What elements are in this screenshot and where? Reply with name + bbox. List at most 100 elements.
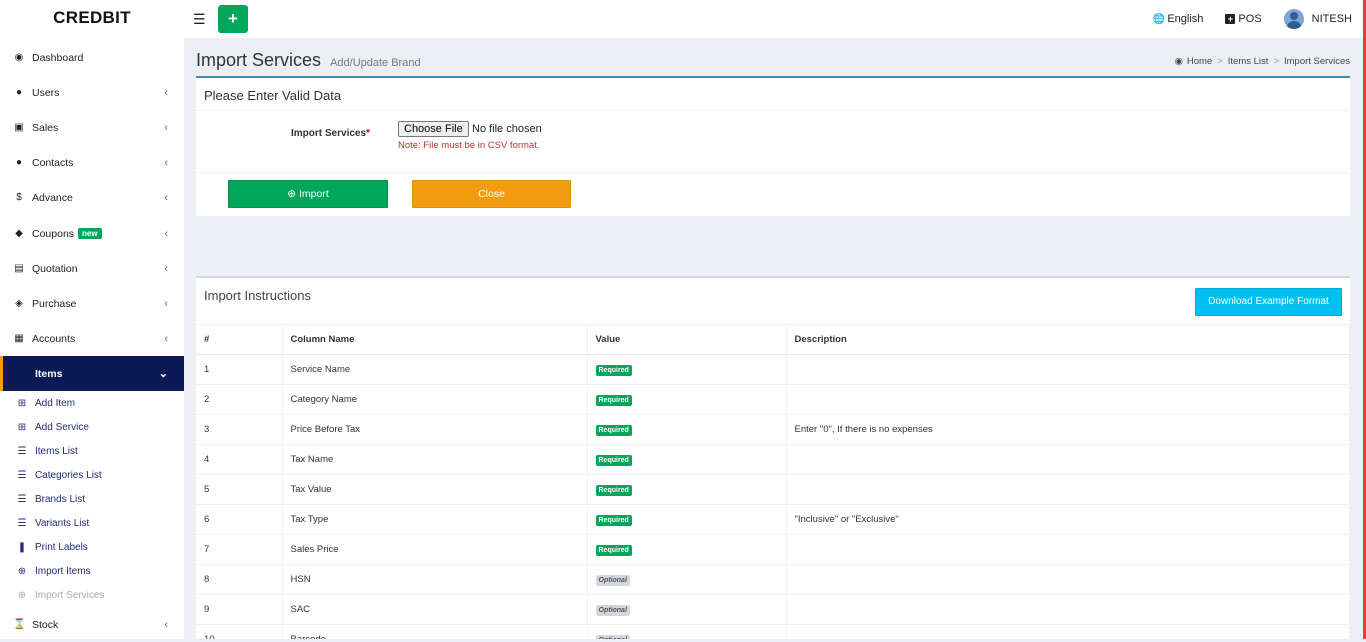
sidebar-subitem-label: Import Items: [35, 565, 91, 577]
value-cell: Required: [587, 354, 787, 385]
list-icon: ☰: [17, 517, 27, 529]
sidebar-item-label: Advance: [32, 191, 73, 204]
th-large-icon: ▦: [14, 333, 24, 344]
required-badge: Required: [595, 425, 632, 436]
sidebar-item-accounts[interactable]: ▦ Accounts ‹: [0, 321, 184, 356]
breadcrumb-home[interactable]: Home: [1187, 56, 1212, 67]
brand-logo[interactable]: CREDBIT: [0, 0, 184, 38]
dollar-icon: $: [16, 192, 22, 203]
sidebar-subitem-label: Print Labels: [35, 541, 88, 553]
sidebar-subitem-import-services[interactable]: ⊕ Import Services: [0, 583, 184, 607]
sidebar-subitem-label: Import Services: [35, 589, 105, 601]
required-badge: Required: [595, 365, 632, 376]
plus-square-icon: ⊞: [17, 397, 27, 409]
sidebar-subitem-print-labels[interactable]: ❚ Print Labels: [0, 535, 184, 559]
pos-link[interactable]: + POS: [1225, 13, 1262, 25]
sidebar-item-quotation[interactable]: ▤ Quotation ‹: [0, 251, 184, 286]
chevron-down-icon: ⌄: [158, 368, 168, 380]
value-cell: Required: [587, 534, 787, 565]
hamburger-menu-icon[interactable]: ☰: [193, 11, 206, 28]
table-row: 1 Service Name Required: [196, 354, 1350, 385]
value-cell: Required: [587, 384, 787, 415]
close-button[interactable]: Close: [412, 180, 571, 208]
row-number: 6: [196, 504, 283, 535]
value-cell: Optional: [587, 564, 787, 595]
row-number: 9: [196, 594, 283, 625]
column-header: Value: [587, 324, 787, 355]
sidebar-subitem-add-service[interactable]: ⊞ Add Service: [0, 415, 184, 439]
sidebar-subitem-import-items[interactable]: ⊕ Import Items: [0, 559, 184, 583]
cube-icon: ◈: [15, 298, 23, 309]
description-cell: [786, 624, 1350, 639]
row-number: 10: [196, 624, 283, 639]
sidebar-subitem-categories-list[interactable]: ☰ Categories List: [0, 463, 184, 487]
list-icon: ☰: [17, 493, 27, 505]
description-cell: [786, 534, 1350, 565]
required-badge: Required: [595, 395, 632, 406]
row-number: 8: [196, 564, 283, 595]
column-name-cell: Barcode: [282, 624, 588, 639]
chevron-left-icon: ‹: [164, 262, 168, 275]
new-badge: new: [78, 228, 102, 239]
table-row: 7 Sales Price Required: [196, 534, 1350, 565]
download-example-button[interactable]: Download Example Format: [1195, 288, 1342, 316]
instructions-title: Import Instructions: [204, 288, 311, 303]
breadcrumb-items-list[interactable]: Items List: [1228, 56, 1269, 67]
row-number: 2: [196, 384, 283, 415]
calendar-plus-icon: ▤: [14, 263, 24, 274]
page-subtitle: Add/Update Brand: [330, 57, 421, 69]
column-header: Description: [786, 324, 1350, 355]
sidebar-item-coupons[interactable]: ◆ Coupons new ‹: [0, 216, 184, 251]
chevron-left-icon: ‹: [164, 156, 168, 169]
header-right-nav: 🌐 English + POS NITESH: [1131, 0, 1352, 38]
import-button[interactable]: ⊕ Import: [228, 180, 388, 208]
pos-label: POS: [1238, 13, 1262, 25]
breadcrumb-separator: >: [1273, 56, 1279, 67]
sidebar-subitem-items-list[interactable]: ☰ Items List: [0, 439, 184, 463]
sidebar-item-label: Sales: [32, 121, 59, 134]
file-format-note: Note: File must be in CSV format.: [398, 140, 540, 151]
sidebar-item-label: Users: [32, 86, 60, 99]
chevron-left-icon: ‹: [164, 618, 168, 631]
tags-icon: ◆: [15, 228, 23, 239]
sidebar-item-users[interactable]: ● Users ‹: [0, 75, 184, 110]
sidebar-subitem-add-item[interactable]: ⊞ Add Item: [0, 391, 184, 415]
optional-badge: Optional: [595, 605, 630, 616]
sidebar-item-purchase[interactable]: ◈ Purchase ‹: [0, 286, 184, 321]
table-row: 2 Category Name Required: [196, 384, 1350, 415]
import-form-card: Please Enter Valid Data Import Services*…: [196, 76, 1350, 216]
table-row: 3 Price Before Tax Required Enter "0", If t…: [196, 414, 1350, 445]
optional-badge: Optional: [595, 575, 630, 586]
description-cell: [786, 384, 1350, 415]
sidebar-item-stock[interactable]: ⌛ Stock ‹: [0, 607, 184, 642]
add-new-button[interactable]: +: [218, 5, 248, 33]
sidebar-item-contacts[interactable]: ● Contacts ‹: [0, 145, 184, 180]
column-header: #: [196, 324, 283, 355]
row-number: 7: [196, 534, 283, 565]
sidebar-item-items[interactable]: Items ⌄: [0, 356, 184, 391]
sidebar-item-label: Dashboard: [32, 51, 84, 64]
sidebar-item-advance[interactable]: $ Advance ‹: [0, 180, 184, 215]
row-number: 1: [196, 354, 283, 385]
column-name-cell: Category Name: [282, 384, 588, 415]
top-header: CREDBIT ☰ + 🌐 English + POS NITESH: [0, 0, 1366, 38]
sidebar-item-sales[interactable]: ▣ Sales ‹: [0, 110, 184, 145]
user-menu[interactable]: NITESH: [1283, 9, 1352, 29]
sidebar-subitem-variants-list[interactable]: ☰ Variants List: [0, 511, 184, 535]
required-mark: *: [366, 128, 370, 139]
language-selector[interactable]: 🌐 English: [1153, 13, 1204, 25]
form-card-title: Please Enter Valid Data: [204, 88, 342, 103]
column-name-cell: Tax Name: [282, 444, 588, 475]
plus-square-icon: +: [1225, 14, 1236, 24]
column-name-cell: HSN: [282, 564, 588, 595]
divider: [196, 172, 1350, 173]
instructions-table: # Column Name Value Description 1 Service…: [196, 324, 1350, 639]
breadcrumb: ◉ Home > Items List > Import Services: [1175, 56, 1350, 67]
sidebar-item-dashboard[interactable]: ◉ Dashboard: [0, 40, 184, 75]
sidebar-subitem-brands-list[interactable]: ☰ Brands List: [0, 487, 184, 511]
user-name: NITESH: [1311, 13, 1352, 25]
choose-file-button[interactable]: Choose File: [398, 121, 469, 137]
language-label: English: [1167, 13, 1204, 25]
users-icon: ●: [15, 157, 23, 168]
sidebar-item-label: Accounts: [32, 332, 76, 345]
